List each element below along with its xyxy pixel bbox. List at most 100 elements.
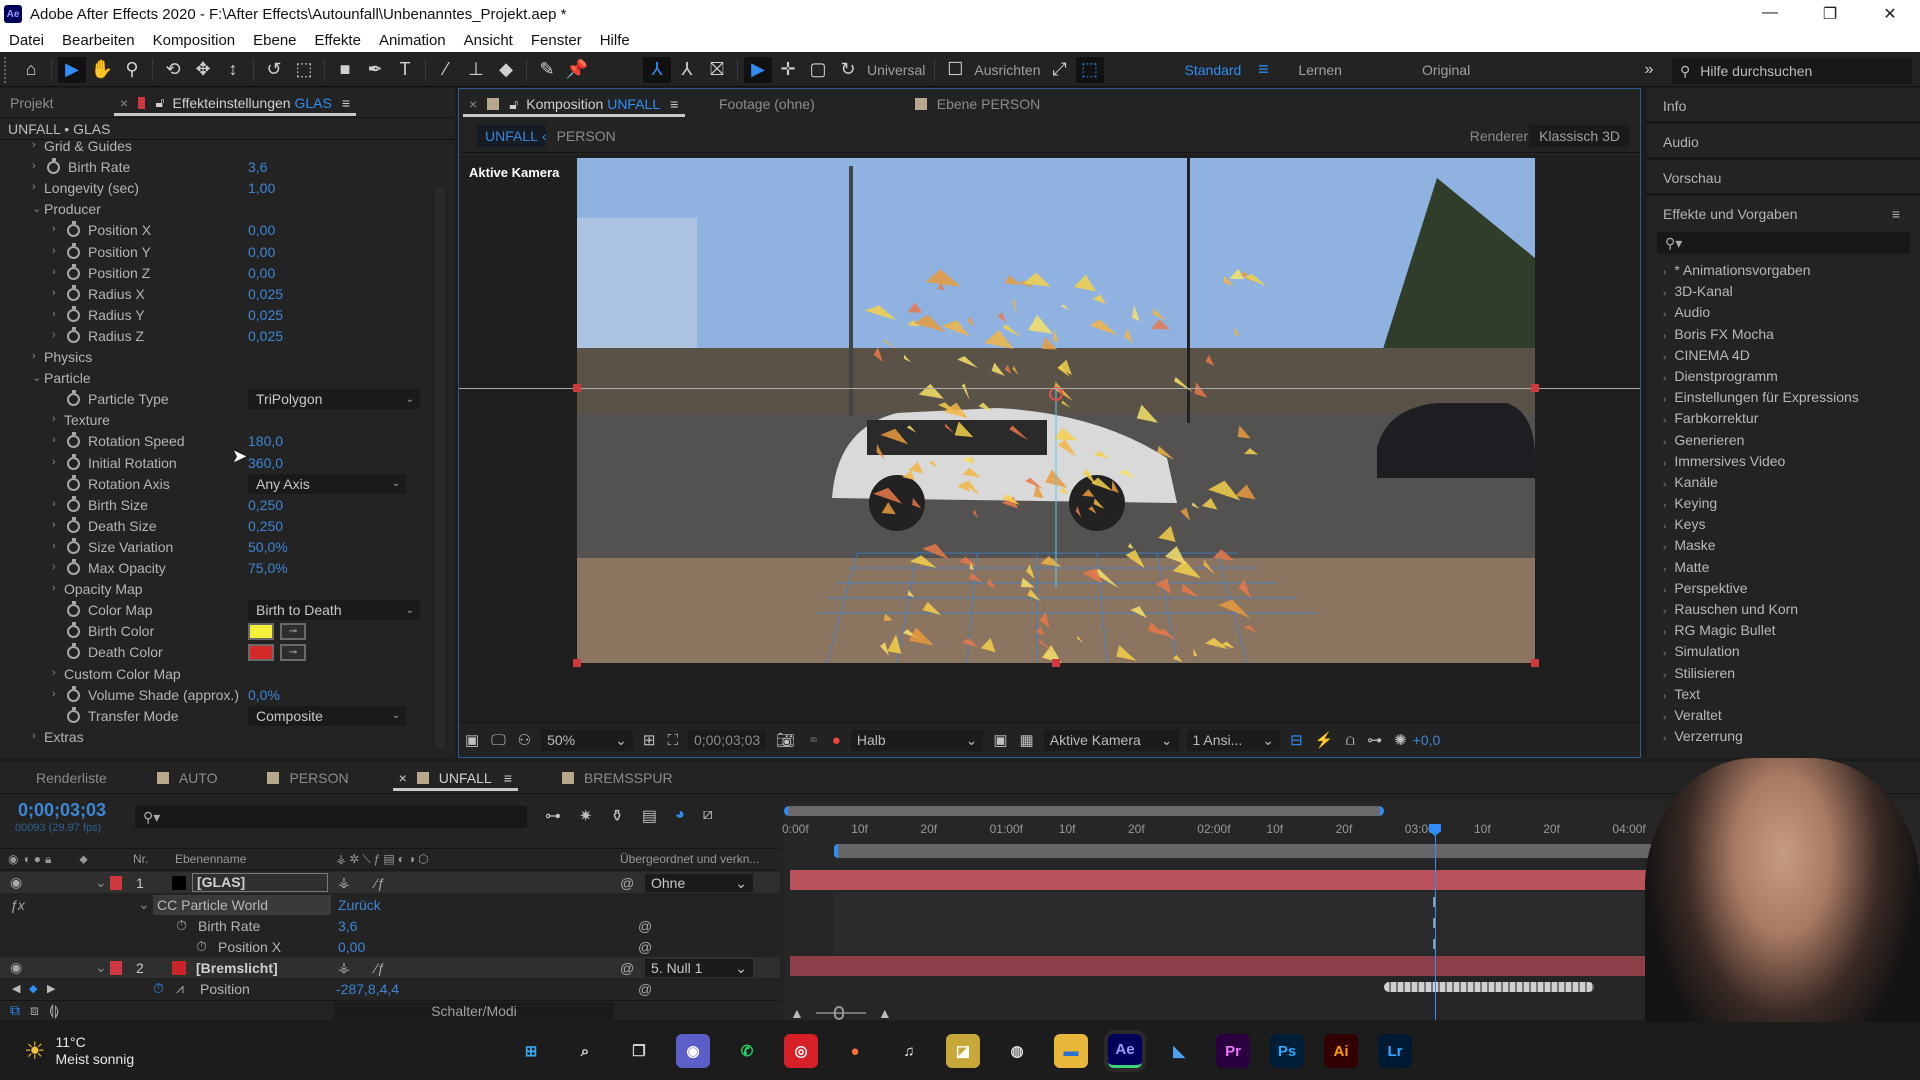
color-swatch[interactable]	[248, 622, 274, 640]
effects-category-item[interactable]: › Audio	[1647, 302, 1920, 323]
property-value[interactable]: 3,6	[338, 918, 357, 934]
timeline-tab[interactable]: PERSON	[257, 763, 358, 793]
layer-label-color[interactable]	[110, 875, 122, 890]
transparency-grid-icon[interactable]: ▦	[1020, 731, 1034, 749]
premiere-pro-icon[interactable]: Pr	[1216, 1034, 1250, 1068]
expand-chevron-icon[interactable]: ⌄	[138, 896, 150, 913]
effects-category-item[interactable]: › Boris FX Mocha	[1647, 324, 1920, 345]
property-row-position[interactable]: ◀ ◆ ▶ ⏱︎ ⩘ Position -287,8,4,4 @	[0, 978, 780, 999]
firefox-icon[interactable]: ●	[838, 1034, 872, 1068]
layer-handle[interactable]	[1531, 659, 1539, 667]
expand-arrow-icon[interactable]: ›	[52, 561, 56, 573]
menu-hilfe[interactable]: Hilfe	[591, 32, 639, 49]
collapse-arrow-icon[interactable]: ⌄	[32, 371, 41, 384]
align-label[interactable]: Ausrichten	[974, 62, 1040, 78]
graph-icon[interactable]: ⩘	[176, 980, 184, 997]
file-explorer-icon[interactable]: ▬	[1054, 1034, 1088, 1068]
effect-property-row[interactable]: › Max Opacity 75,0%	[0, 558, 440, 578]
effect-reset-link[interactable]: Zurück	[338, 897, 381, 913]
position-keyframes[interactable]	[1384, 982, 1594, 992]
stopwatch-icon[interactable]	[67, 495, 80, 512]
effects-category-item[interactable]: › CINEMA 4D	[1647, 345, 1920, 366]
selection-mode-icon[interactable]: ▶	[744, 56, 772, 83]
parent-dropdown[interactable]: 5. Null 1 ⌄	[645, 958, 753, 977]
teams-chat-icon[interactable]: ◉	[676, 1034, 710, 1068]
lock-icon[interactable]: 🔓︎	[509, 96, 518, 113]
channels-icon[interactable]: ●	[832, 732, 841, 749]
expand-arrow-icon[interactable]: ›	[32, 350, 36, 362]
layer-handle[interactable]	[1052, 659, 1060, 667]
effects-category-item[interactable]: › Veraltet	[1647, 705, 1920, 726]
composition-viewer[interactable]: Aktive Kamera	[459, 155, 1640, 722]
property-value[interactable]: 1,00	[248, 180, 275, 196]
effect-property-row[interactable]: › Custom Color Map	[0, 664, 440, 684]
snap-target-icon[interactable]: ⬚	[1075, 56, 1104, 83]
stopwatch-icon[interactable]	[67, 453, 80, 470]
view-axis-icon[interactable]: ⛝	[703, 57, 731, 83]
expand-arrow-icon[interactable]: ›	[52, 667, 56, 679]
expand-arrow-icon[interactable]: ›	[32, 181, 36, 193]
current-time-display[interactable]: 0;00;03;03	[687, 730, 767, 750]
selection-tool-icon[interactable]: ▶	[58, 56, 86, 83]
panel-effects-presets[interactable]: Effekte und Vorgaben ≡	[1647, 196, 1920, 232]
home-icon[interactable]: ⌂	[17, 57, 45, 83]
stopwatch-icon[interactable]	[67, 390, 80, 407]
fast-preview-icon[interactable]: ⚡	[1315, 731, 1334, 749]
effect-property-row[interactable]: › Physics	[0, 347, 440, 367]
eyedropper-icon[interactable]: ⊸	[280, 643, 306, 661]
effects-category-item[interactable]: › Einstellungen für Expressions	[1647, 387, 1920, 408]
photoshop-icon[interactable]: Ps	[1270, 1034, 1304, 1068]
stopwatch-icon[interactable]	[67, 685, 80, 702]
after-effects-icon[interactable]: Ae	[1108, 1034, 1142, 1068]
close-button[interactable]: ✕	[1860, 4, 1920, 24]
effect-property-row[interactable]: ⌄ Producer	[0, 199, 440, 219]
next-keyframe-icon[interactable]: ▶	[47, 982, 55, 995]
resolution-dropdown[interactable]: Halb ⌄	[850, 729, 984, 751]
property-value[interactable]: 0,00	[338, 939, 365, 955]
stopwatch-icon[interactable]	[67, 326, 80, 343]
effect-property-row[interactable]: › Position Y 0,00	[0, 242, 440, 262]
effects-switch-icon[interactable]: ⁄ƒ	[375, 875, 385, 891]
task-view-icon[interactable]: ❐	[622, 1034, 656, 1068]
expand-arrow-icon[interactable]: ›	[52, 308, 56, 320]
zoom-out-icon[interactable]: ▲	[790, 1005, 804, 1021]
weather-widget[interactable]: ☀ 11°C Meist sonnig	[24, 1034, 504, 1068]
expand-arrow-icon[interactable]: ›	[52, 540, 56, 552]
rectangle-tool-icon[interactable]: ■	[331, 57, 359, 83]
shy-switch-icon[interactable]: ⚶	[338, 959, 350, 976]
expand-timing-icon[interactable]: ⟬⟭	[49, 1002, 59, 1019]
menu-fenster[interactable]: Fenster	[522, 32, 591, 49]
hand-tool-icon[interactable]: ✋	[88, 57, 116, 83]
prev-keyframe-icon[interactable]: ◀	[12, 982, 20, 995]
show-snapshot-icon[interactable]: ⚭	[807, 731, 820, 749]
layer-handle[interactable]	[573, 659, 581, 667]
shy-switch-icon[interactable]: ⚶	[338, 874, 350, 891]
property-row-birth-rate[interactable]: ⏱︎ Birth Rate 3,6 @	[0, 915, 780, 936]
stopwatch-icon[interactable]	[67, 432, 80, 449]
scrollbar[interactable]	[435, 188, 445, 748]
stopwatch-icon[interactable]	[67, 601, 80, 618]
timeline-tab[interactable]: AUTO	[147, 763, 228, 793]
pickwhip-icon[interactable]: @	[638, 939, 652, 955]
timeline-tab[interactable]: BREMSSPUR	[552, 763, 683, 793]
visibility-eye-icon[interactable]: ◉	[10, 874, 22, 891]
effects-category-item[interactable]: › Rauschen und Korn	[1647, 599, 1920, 620]
effects-category-item[interactable]: › Generieren	[1647, 430, 1920, 451]
effects-category-item[interactable]: › RG Magic Bullet	[1647, 620, 1920, 641]
timeline-tab[interactable]: Renderliste	[26, 763, 117, 793]
workspace-original[interactable]: Original	[1422, 62, 1470, 78]
parent-dropdown[interactable]: Ohne ⌄	[645, 873, 753, 892]
tab-komposition[interactable]: × 🔓︎ Komposition UNFALL ≡	[459, 89, 689, 119]
add-keyframe-icon[interactable]: ◆	[29, 982, 37, 995]
obs-icon[interactable]: ◍	[1000, 1034, 1034, 1068]
panel-menu-icon[interactable]: ≡	[504, 770, 512, 786]
toolbar-grip[interactable]	[4, 56, 8, 83]
property-dropdown[interactable]: Any Axis ⌄	[248, 473, 406, 494]
stopwatch-icon[interactable]	[67, 263, 80, 280]
pickwhip-icon[interactable]: @	[638, 981, 652, 997]
effect-property-row[interactable]: Transfer Mode Composite ⌄	[0, 705, 440, 726]
property-value[interactable]: 0,025	[248, 286, 283, 302]
stopwatch-icon[interactable]	[67, 643, 80, 660]
menu-bearbeiten[interactable]: Bearbeiten	[53, 32, 144, 49]
move-mode-icon[interactable]: ✛	[774, 57, 802, 83]
